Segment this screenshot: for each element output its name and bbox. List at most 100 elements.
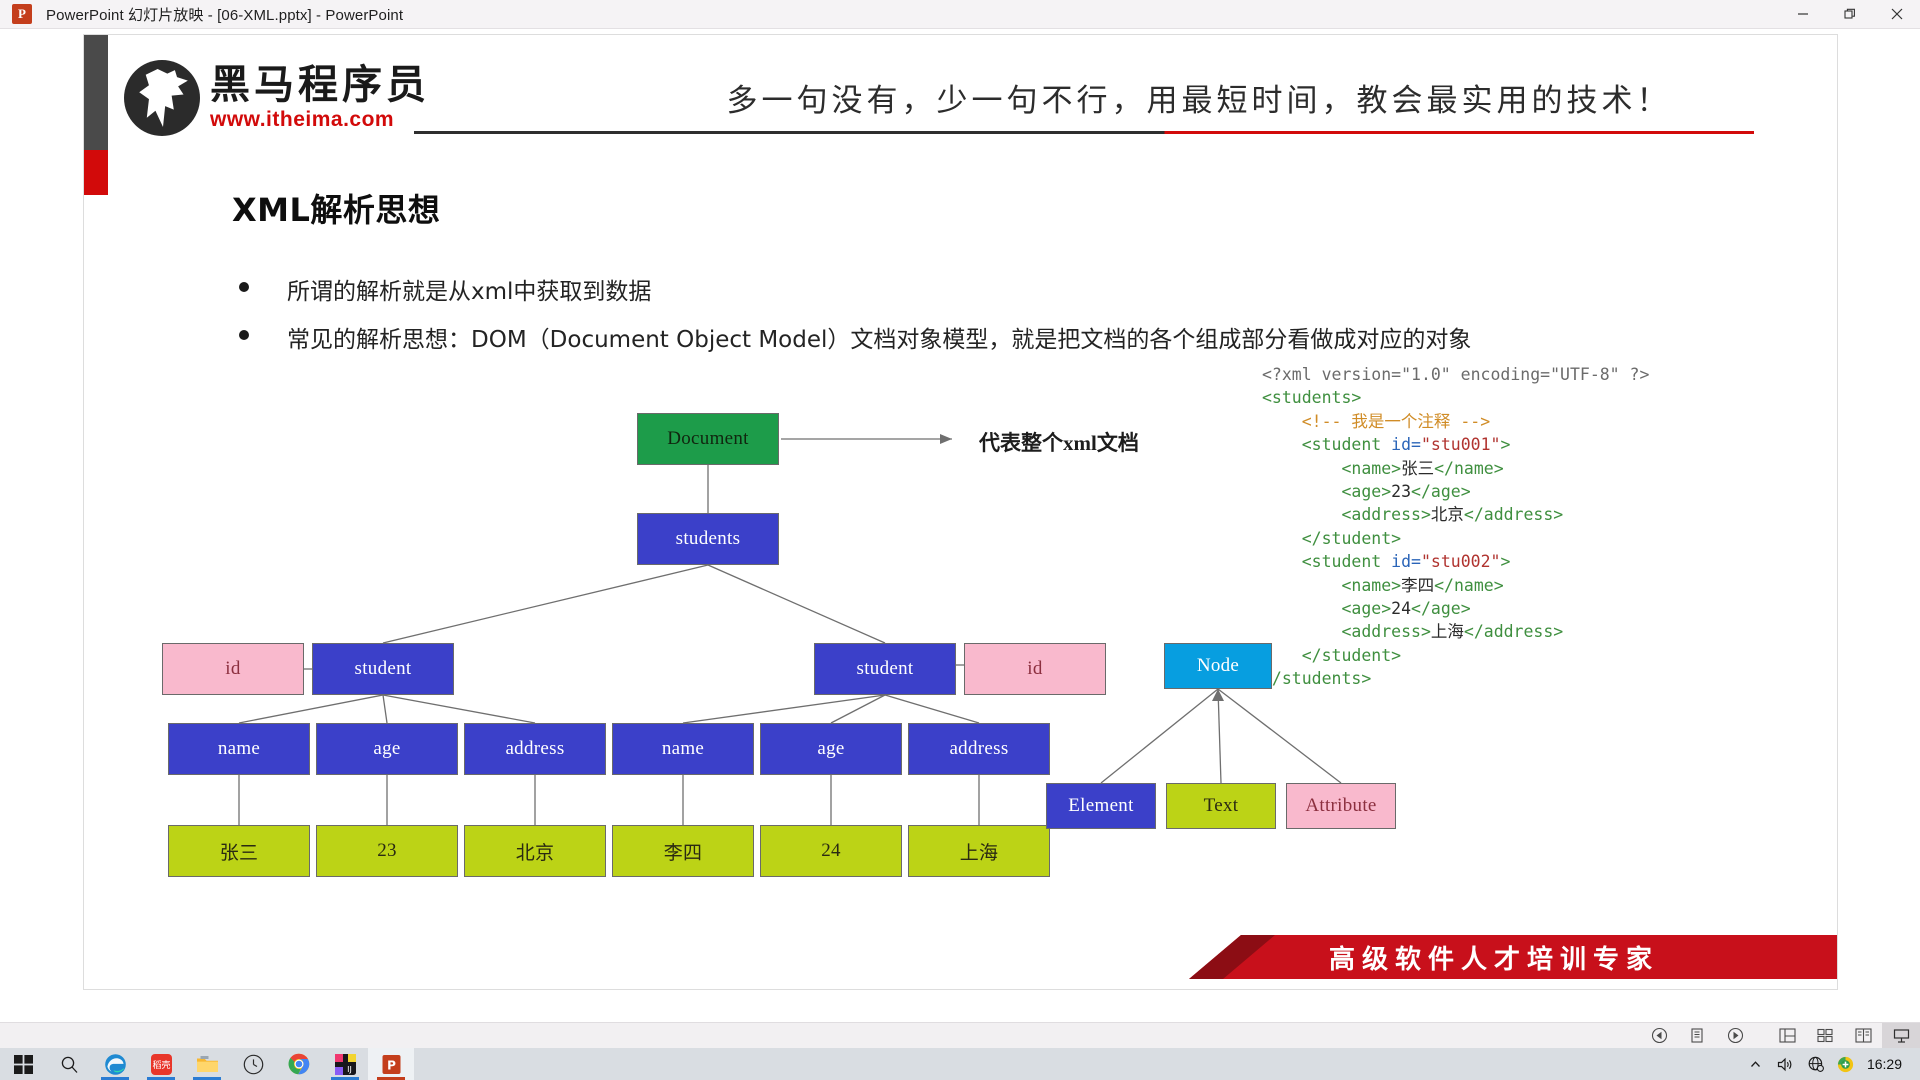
xml-token-tg: </address> xyxy=(1463,622,1564,642)
slide-decor-dark-bar xyxy=(84,35,108,150)
xml-code-line: <age>23</age> xyxy=(1262,480,1649,503)
window-title: PowerPoint 幻灯片放映 - [06-XML.pptx] - Power… xyxy=(46,6,404,24)
svg-text:稻壳: 稻壳 xyxy=(152,1059,170,1071)
normal-view-button[interactable] xyxy=(1768,1023,1806,1049)
wps-button[interactable]: 稻壳 xyxy=(138,1048,184,1080)
xml-token-tg: <name> xyxy=(1341,575,1402,595)
xml-token-tg: </address> xyxy=(1463,505,1564,525)
page-title: XML解析思想 xyxy=(232,191,441,229)
intellij-button[interactable]: IJ xyxy=(322,1048,368,1080)
bullet-item-1: 所谓的解析就是从xml中获取到数据 xyxy=(239,272,651,306)
xml-token-tg: </age> xyxy=(1411,482,1471,502)
previous-slide-button[interactable] xyxy=(1640,1023,1678,1049)
tree-node-age-2: age xyxy=(760,723,902,775)
next-slide-button[interactable] xyxy=(1716,1023,1754,1049)
clock-time[interactable]: 16:29 xyxy=(1861,1056,1912,1072)
footer-ribbon: 高级软件人才培训专家 xyxy=(1189,935,1837,979)
reading-view-button[interactable] xyxy=(1844,1023,1882,1049)
xml-token-at: id= xyxy=(1391,552,1421,572)
xml-token-av: "stu001" xyxy=(1420,435,1501,455)
document-annotation: 代表整个xml文档 xyxy=(979,431,1139,455)
horse-head-icon xyxy=(124,60,200,136)
xml-token-tx: 24 xyxy=(1391,599,1412,619)
tree-node-id-right: id xyxy=(964,643,1106,695)
bullet-item-2: 常见的解析思想：DOM（Document Object Model）文档对象模型… xyxy=(239,320,1471,354)
chrome-button[interactable] xyxy=(276,1048,322,1080)
tree-node-student-2: student xyxy=(814,643,956,695)
xml-code-line: <address>北京</address> xyxy=(1262,503,1649,526)
tree-node-student-1: student xyxy=(312,643,454,695)
tree-node-document: Document xyxy=(637,413,779,465)
xml-token-tg: <age> xyxy=(1341,599,1392,619)
powerpoint-statusbar xyxy=(0,1022,1920,1049)
tree-node-name-2: name xyxy=(612,723,754,775)
brand-name: 黑马程序员 xyxy=(210,62,430,108)
tree-node-attribute: Attribute xyxy=(1286,783,1396,829)
edge-button[interactable] xyxy=(92,1048,138,1080)
bullet-text: 所谓的解析就是从xml中获取到数据 xyxy=(287,279,652,305)
slideshow-button[interactable] xyxy=(1882,1022,1920,1049)
xml-token-tg: <age> xyxy=(1341,482,1392,502)
tree-node-element: Element xyxy=(1046,783,1156,829)
window-controls xyxy=(1779,0,1920,29)
xml-token-tx xyxy=(1262,529,1302,548)
slide-sorter-button[interactable] xyxy=(1806,1023,1844,1049)
tree-node-val-addr-2: 上海 xyxy=(908,825,1050,877)
xml-token-tg: > xyxy=(1500,552,1511,572)
xml-token-tx xyxy=(1262,482,1341,501)
system-tray: 16:29 xyxy=(1741,1048,1920,1080)
security-icon[interactable] xyxy=(1831,1056,1861,1073)
tree-node-val-name-1: 张三 xyxy=(168,825,310,877)
xml-code-line: <students> xyxy=(1262,386,1649,409)
restore-button[interactable] xyxy=(1826,0,1873,29)
volume-icon[interactable] xyxy=(1771,1057,1801,1072)
clock-app-button[interactable] xyxy=(230,1048,276,1080)
slide-canvas[interactable]: 黑马程序员 www.itheima.com 多一句没有，少一句不行，用最短时间，… xyxy=(83,34,1838,990)
xml-token-tg: <student xyxy=(1301,435,1392,455)
xml-code-line: </student> xyxy=(1262,527,1649,550)
xml-token-at: id= xyxy=(1391,435,1421,455)
tree-node-val-name-2: 李四 xyxy=(612,825,754,877)
xml-token-tx xyxy=(1262,552,1302,571)
xml-token-tg: <address> xyxy=(1341,505,1431,525)
brand-url: www.itheima.com xyxy=(210,108,395,131)
tree-node-name-1: name xyxy=(168,723,310,775)
slide-decor-red-bar xyxy=(84,150,108,195)
xml-code-line: <?xml version="1.0" encoding="UTF-8" ?> xyxy=(1262,363,1649,386)
tree-node-students: students xyxy=(637,513,779,565)
pen-menu-button[interactable] xyxy=(1678,1023,1716,1049)
show-hidden-icons-button[interactable] xyxy=(1741,1057,1771,1072)
xml-code-line: <name>李四</name> xyxy=(1262,574,1649,597)
network-icon[interactable] xyxy=(1801,1056,1831,1072)
xml-code-line: <!-- 我是一个注释 --> xyxy=(1262,410,1649,433)
tree-node-val-age-1: 23 xyxy=(316,825,458,877)
xml-token-tx xyxy=(1262,599,1341,618)
xml-code-line: <student id="stu002"> xyxy=(1262,550,1649,573)
search-button[interactable] xyxy=(46,1048,92,1080)
start-button[interactable] xyxy=(0,1048,46,1080)
ribbon-text: 高级软件人才培训专家 xyxy=(1329,944,1660,974)
windows-taskbar: 稻壳 IJ P 16:29 xyxy=(0,1048,1920,1080)
xml-token-tg: <address> xyxy=(1341,622,1431,642)
tree-node-address-1: address xyxy=(464,723,606,775)
minimize-button[interactable] xyxy=(1779,0,1826,29)
file-explorer-button[interactable] xyxy=(184,1048,230,1080)
xml-token-tg: </students> xyxy=(1262,669,1372,689)
powerpoint-app-icon: P xyxy=(12,4,32,24)
xml-token-av: "stu002" xyxy=(1420,552,1501,572)
xml-token-tg: <name> xyxy=(1341,458,1402,478)
close-button[interactable] xyxy=(1873,0,1920,29)
xml-token-pi: <?xml version="1.0" encoding="UTF-8" ?> xyxy=(1262,365,1650,384)
xml-token-tg: > xyxy=(1500,435,1511,455)
xml-token-tg: </student> xyxy=(1301,528,1402,548)
tree-node-node: Node xyxy=(1164,643,1272,689)
xml-code-line: <student id="stu001"> xyxy=(1262,433,1649,456)
brand-text: 黑马程序员 www.itheima.com xyxy=(210,64,430,132)
tree-node-text: Text xyxy=(1166,783,1276,829)
xml-token-cm: <!-- 我是一个注释 --> xyxy=(1301,411,1491,431)
powerpoint-button[interactable]: P xyxy=(368,1048,414,1080)
xml-code-block: <?xml version="1.0" encoding="UTF-8" ?> <… xyxy=(1262,363,1649,691)
xml-token-tx xyxy=(1262,576,1341,595)
svg-text:P: P xyxy=(387,1058,396,1072)
bullet-dot-icon xyxy=(239,330,249,340)
